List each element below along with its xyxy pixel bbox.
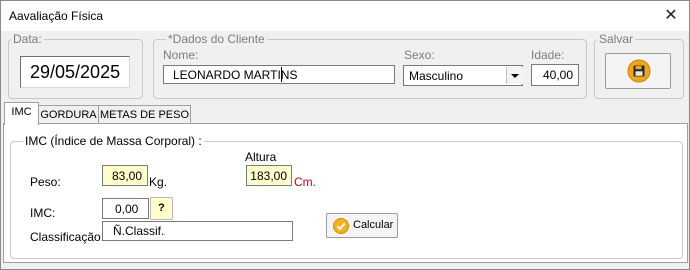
imc-input[interactable]: 0,00 [102,198,149,219]
height-input[interactable]: 183,00 [246,165,292,186]
classification-value: Ñ.Classif. [113,224,165,238]
imc-value: 0,00 [115,202,139,216]
check-icon [333,218,349,234]
sex-value: Masculino [409,69,464,83]
age-label: Idade: [531,48,565,62]
weight-input[interactable]: 83,00 [102,165,148,186]
date-group-label: Data: [11,32,44,46]
app-window: Aavaliação Física ✕ Data: 29/05/2025 *Da… [0,0,690,270]
calculate-label: Calcular [353,219,394,231]
height-label: Altura [245,150,277,164]
classification-label: Classificação: [30,230,105,244]
tab-metas-de-peso[interactable]: METAS DE PESO [98,105,191,124]
age-input[interactable]: 40,00 [531,64,579,86]
name-label: Nome: [163,48,199,62]
height-value: 183,00 [250,169,287,183]
weight-value: 83,00 [111,169,142,183]
sex-label: Sexo: [404,48,435,62]
help-label: ? [158,202,165,214]
client-group-label: *Dados do Cliente [166,32,267,46]
age-value: 40,00 [542,68,573,82]
imc-help-button[interactable]: ? [150,197,173,220]
chevron-down-icon[interactable] [506,67,523,84]
date-value: 29/05/2025 [30,62,121,82]
weight-label: Peso: [30,175,61,189]
sex-select[interactable]: Masculino [403,65,523,86]
calculate-button[interactable]: Calcular [326,213,398,238]
close-icon[interactable]: ✕ [661,6,681,26]
imc-label: IMC: [30,206,56,220]
floppy-disk-icon [627,59,651,83]
name-value: LEONARDO MARTINS [173,68,298,82]
date-input[interactable]: 29/05/2025 [20,56,130,88]
height-unit: Cm. [294,175,316,189]
name-input[interactable]: LEONARDO MARTINS [163,65,395,84]
tab-imc[interactable]: IMC [4,102,39,125]
imc-group-label: IMC (Índice de Massa Corporal) : [23,134,204,148]
window-title: Aavaliação Física [9,9,104,23]
weight-unit: Kg. [149,175,168,189]
title-bar: Aavaliação Física ✕ [1,1,689,31]
save-group-label: Salvar [597,32,636,46]
save-button[interactable] [605,53,671,89]
text-cursor [281,67,282,82]
tab-gordura[interactable]: GORDURA [38,105,99,124]
classification-field[interactable]: Ñ.Classif. [102,221,293,241]
